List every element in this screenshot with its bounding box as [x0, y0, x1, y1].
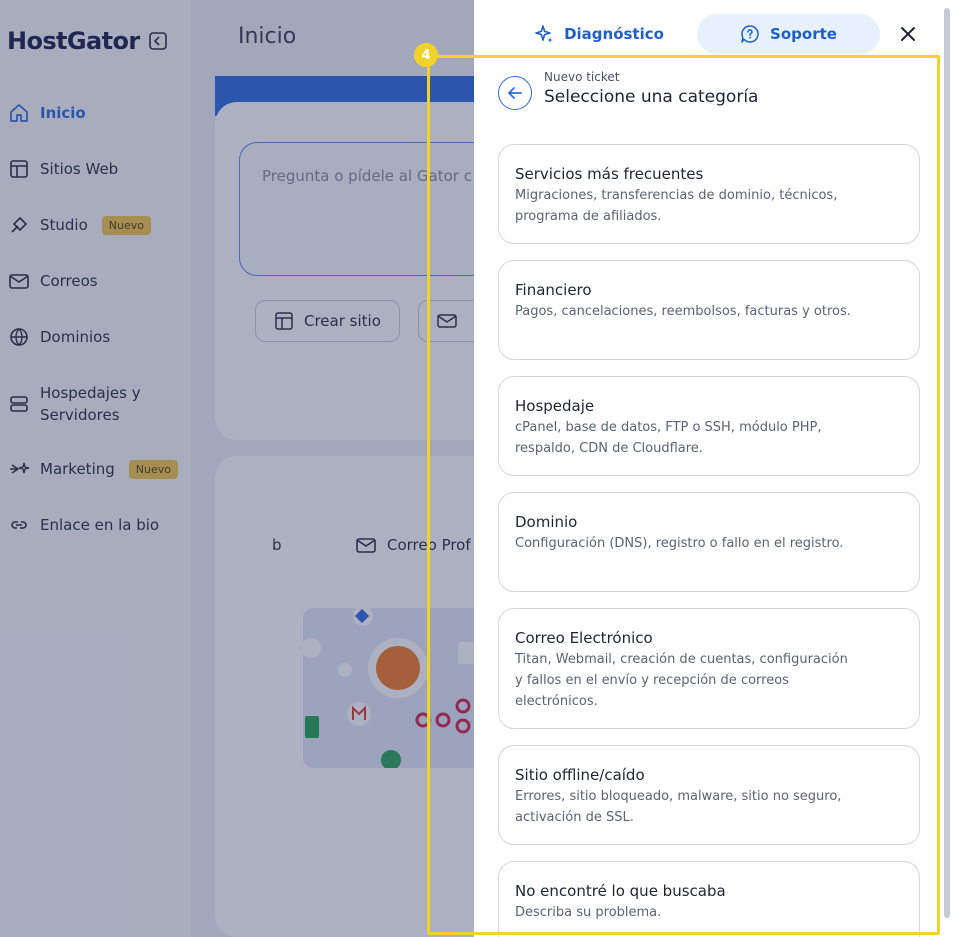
sparkle-icon [535, 25, 554, 43]
tab-label: Soporte [770, 25, 837, 43]
chat-question-icon [741, 25, 759, 43]
drawer-scrollbar[interactable] [944, 8, 950, 918]
close-icon[interactable] [898, 24, 918, 44]
tab-diagnostico[interactable]: Diagnóstico [504, 14, 694, 54]
tab-soporte[interactable]: Soporte [697, 14, 880, 54]
tab-label: Diagnóstico [564, 25, 664, 43]
highlight-number-badge: 4 [414, 43, 438, 67]
highlight-frame [427, 55, 940, 935]
